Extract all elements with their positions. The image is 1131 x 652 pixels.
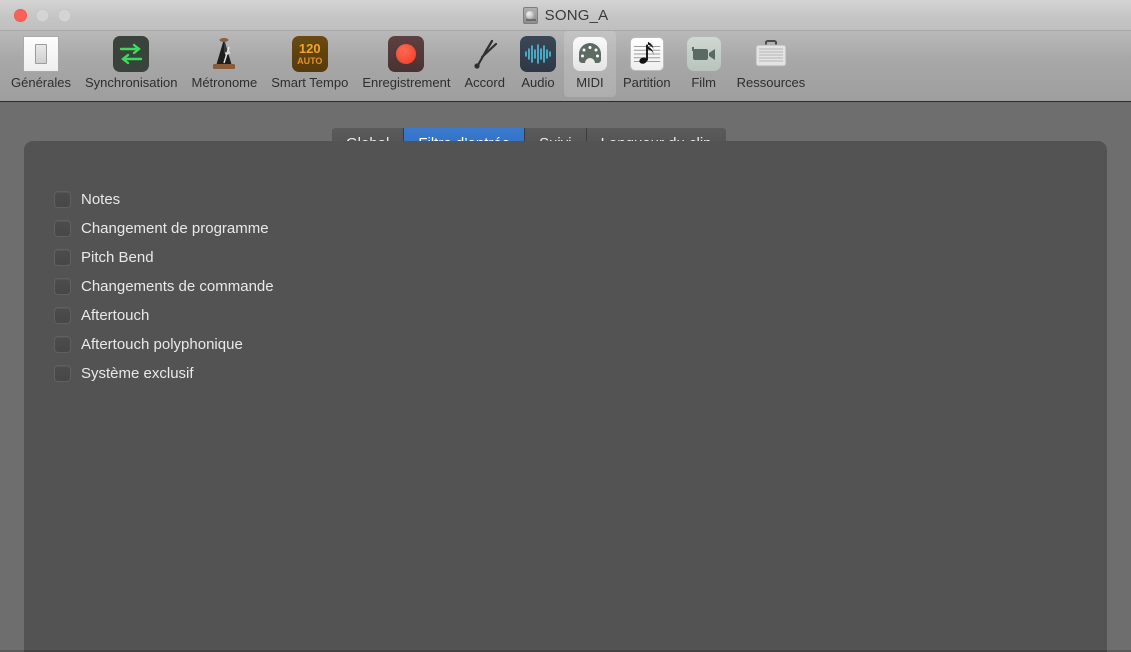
checkbox-row-changement-de-programme[interactable]: Changement de programme bbox=[54, 214, 274, 243]
checkbox-label: Changement de programme bbox=[81, 220, 269, 237]
waveform-icon bbox=[519, 35, 557, 73]
tempo-120-auto-icon: 120 AUTO bbox=[291, 35, 329, 73]
preferences-window: SONG_A Générales Synchronisation Métrono… bbox=[0, 0, 1131, 652]
tempo-mode: AUTO bbox=[297, 56, 323, 66]
checkbox-label: Notes bbox=[81, 191, 121, 208]
toolbar-label: MIDI bbox=[576, 75, 604, 90]
checkbox-row-aftertouch[interactable]: Aftertouch bbox=[54, 301, 274, 330]
checkbox-row-pitch-bend[interactable]: Pitch Bend bbox=[54, 243, 274, 272]
record-dot-icon bbox=[387, 35, 425, 73]
checkbox-label: Aftertouch bbox=[81, 307, 150, 324]
toolbar-item-audio[interactable]: Audio bbox=[512, 31, 564, 97]
light-switch-icon bbox=[22, 35, 60, 73]
checkbox-notes[interactable] bbox=[54, 191, 71, 208]
metronome-icon bbox=[205, 35, 243, 73]
toolbar-item-enregistrement[interactable]: Enregistrement bbox=[355, 31, 457, 97]
midi-din-icon bbox=[571, 35, 609, 73]
toolbar-item-film[interactable]: Film bbox=[678, 31, 730, 97]
checkbox-row-notes[interactable]: Notes bbox=[54, 185, 274, 214]
window-title: SONG_A bbox=[544, 7, 609, 24]
checkbox-label: Pitch Bend bbox=[81, 249, 154, 266]
toolbar-label: Accord bbox=[464, 75, 505, 90]
content-area: Global Filtre d’entrée Suivi Longueur du… bbox=[0, 103, 1131, 652]
checkbox-changements-de-commande[interactable] bbox=[54, 278, 71, 295]
toolbar-item-ressources[interactable]: Ressources bbox=[730, 31, 813, 97]
input-filter-checkbox-list: Notes Changement de programme Pitch Bend… bbox=[54, 185, 274, 388]
toolbar-item-partition[interactable]: Partition bbox=[616, 31, 678, 97]
toolbar-item-synchronisation[interactable]: Synchronisation bbox=[78, 31, 185, 97]
checkbox-systeme-exclusif[interactable] bbox=[54, 365, 71, 382]
checkbox-pitch-bend[interactable] bbox=[54, 249, 71, 266]
checkbox-aftertouch-polyphonique[interactable] bbox=[54, 336, 71, 353]
checkbox-label: Changements de commande bbox=[81, 278, 274, 295]
checkbox-aftertouch[interactable] bbox=[54, 307, 71, 324]
toolbar-item-metronome[interactable]: Métronome bbox=[184, 31, 264, 97]
toolbar-label: Générales bbox=[11, 75, 71, 90]
toolbar-item-accord[interactable]: Accord bbox=[457, 31, 511, 97]
zoom-button[interactable] bbox=[58, 9, 71, 22]
tuning-fork-icon bbox=[466, 35, 504, 73]
toolbar-label: Film bbox=[691, 75, 716, 90]
music-note-staff-icon bbox=[628, 35, 666, 73]
checkbox-row-aftertouch-polyphonique[interactable]: Aftertouch polyphonique bbox=[54, 330, 274, 359]
briefcase-icon bbox=[752, 35, 790, 73]
toolbar-item-generales[interactable]: Générales bbox=[4, 31, 78, 97]
checkbox-label: Aftertouch polyphonique bbox=[81, 336, 243, 353]
toolbar-label: Synchronisation bbox=[84, 75, 178, 90]
input-filter-panel: Notes Changement de programme Pitch Bend… bbox=[24, 141, 1107, 652]
close-button[interactable] bbox=[14, 9, 27, 22]
toolbar-item-midi[interactable]: MIDI bbox=[563, 31, 616, 97]
toolbar-label: Métronome bbox=[191, 75, 258, 90]
toolbar-label: Smart Tempo bbox=[271, 75, 349, 90]
toolbar-label: Audio bbox=[521, 75, 555, 90]
minimize-button[interactable] bbox=[36, 9, 49, 22]
toolbar-label: Partition bbox=[622, 75, 671, 90]
preferences-toolbar: Générales Synchronisation Métronome 120 … bbox=[0, 31, 1131, 102]
toolbar-item-smart-tempo[interactable]: 120 AUTO Smart Tempo bbox=[264, 31, 355, 97]
toolbar-label: Enregistrement bbox=[362, 75, 451, 90]
checkbox-row-systeme-exclusif[interactable]: Système exclusif bbox=[54, 359, 274, 388]
video-camera-icon bbox=[685, 35, 723, 73]
tempo-value: 120 bbox=[298, 41, 321, 56]
title-bar: SONG_A bbox=[0, 0, 1131, 31]
checkbox-label: Système exclusif bbox=[81, 365, 194, 382]
document-icon bbox=[522, 7, 538, 24]
checkbox-changement-de-programme[interactable] bbox=[54, 220, 71, 237]
title-group: SONG_A bbox=[0, 0, 1131, 31]
checkbox-row-changements-de-commande[interactable]: Changements de commande bbox=[54, 272, 274, 301]
sync-arrows-icon bbox=[112, 35, 150, 73]
toolbar-label: Ressources bbox=[736, 75, 806, 90]
